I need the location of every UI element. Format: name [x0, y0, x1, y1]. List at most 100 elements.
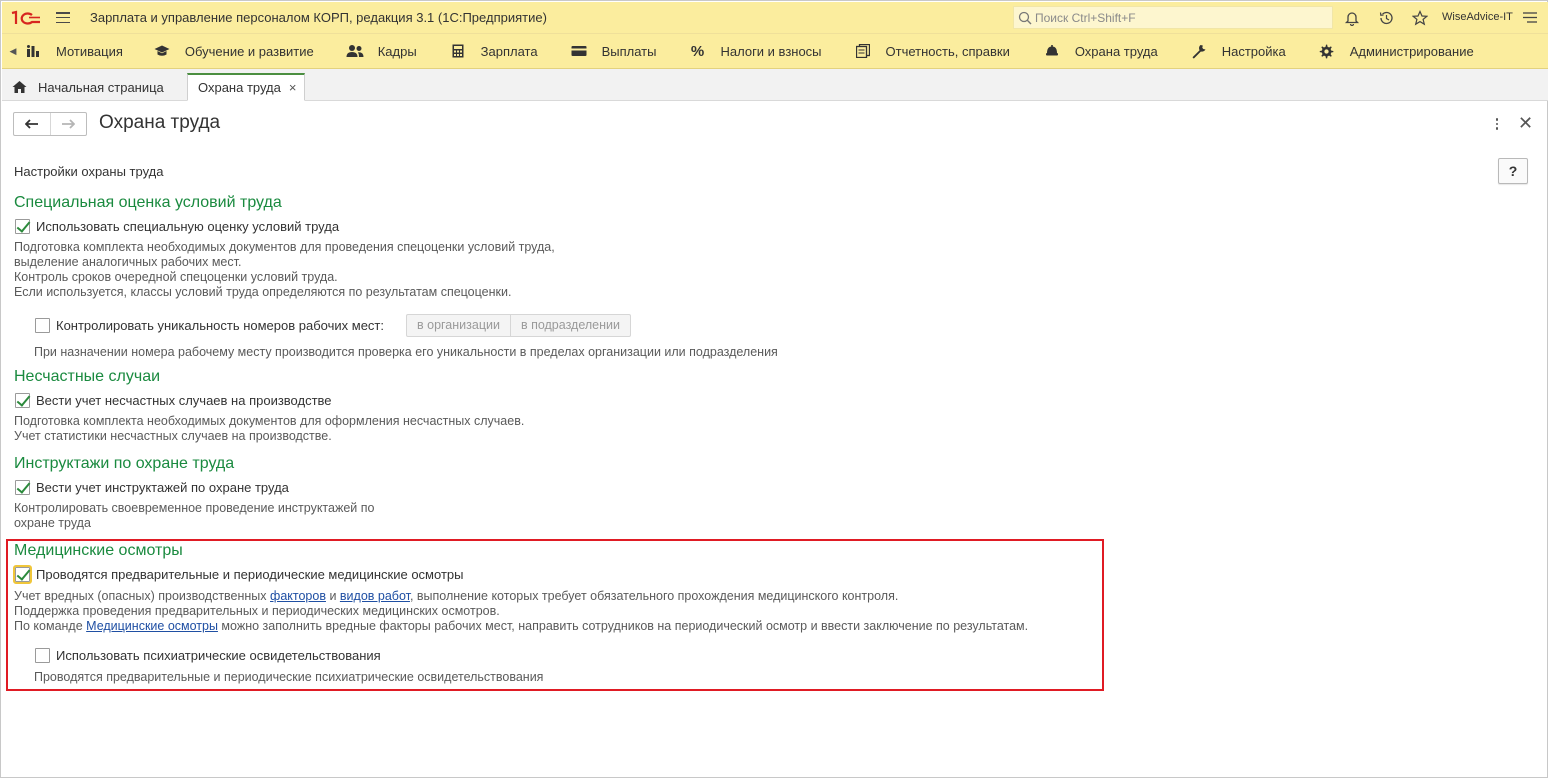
group-title-accidents: Несчастные случаи	[14, 368, 161, 385]
checkbox-label: Контролировать уникальность номеров рабо…	[56, 318, 384, 333]
arrow-right-icon	[62, 119, 76, 129]
desc-line: Учет вредных (опасных) производственных …	[14, 589, 1028, 604]
more-actions-icon[interactable]	[1491, 115, 1503, 133]
desc-line: Поддержка проведения предварительных и п…	[14, 604, 500, 618]
section-label: Налоги и взносы	[720, 43, 822, 59]
section-label: Охрана труда	[1074, 43, 1158, 59]
tab-label: Начальная страница	[38, 79, 164, 95]
back-button[interactable]	[14, 113, 50, 135]
factors-link[interactable]: факторов	[270, 589, 326, 603]
1c-logo-icon[interactable]	[10, 10, 42, 26]
section-settings[interactable]: Настройка	[1190, 33, 1286, 69]
user-name[interactable]: WiseAdvice-IT	[1442, 11, 1513, 23]
star-icon[interactable]	[1411, 9, 1429, 27]
work-types-link[interactable]: видов работ	[340, 589, 410, 603]
checkbox-unique-numbers[interactable]: Контролировать уникальность номеров рабо…	[35, 318, 384, 333]
checkbox-accidents[interactable]: Вести учет несчастных случаев на произво…	[15, 393, 332, 408]
sections-panel: ◀ Мотивация Обучение и развитие Кадры За…	[2, 33, 1548, 69]
section-label: Кадры	[377, 43, 417, 59]
scope-organization-button[interactable]: в организации	[407, 315, 510, 336]
section-label: Мотивация	[56, 43, 123, 59]
search-input[interactable]	[1035, 10, 1325, 25]
section-training[interactable]: Обучение и развитие	[153, 33, 314, 69]
scope-department-button[interactable]: в подразделении	[509, 315, 630, 336]
medical-exams-link[interactable]: Медицинские осмотры	[86, 619, 218, 633]
close-tab-icon[interactable]: ×	[289, 80, 297, 95]
tab-labor-safety[interactable]: Охрана труда ×	[187, 73, 305, 101]
desc-line: выделение аналогичных рабочих мест.	[14, 255, 242, 269]
graduation-cap-icon	[153, 43, 171, 59]
briefings-description: Контролировать своевременное проведение …	[14, 501, 374, 531]
checkbox-medical[interactable]: Проводятся предварительные и периодическ…	[13, 565, 464, 584]
section-taxes[interactable]: % Налоги и взносы	[688, 33, 822, 69]
group-title-sout: Специальная оценка условий труда	[14, 194, 282, 211]
search-box[interactable]	[1013, 6, 1333, 29]
bell-icon[interactable]	[1343, 9, 1361, 27]
medical-description: Учет вредных (опасных) производственных …	[14, 589, 1028, 634]
desc-text: , выполнение которых требует обязательно…	[409, 589, 899, 603]
checkbox-use-sout[interactable]: Использовать специальную оценку условий …	[15, 219, 339, 234]
checkbox-checked[interactable]	[15, 480, 30, 495]
section-label: Обучение и развитие	[184, 43, 314, 59]
uniqueness-scope-switch: в организации в подразделении	[406, 314, 631, 337]
tab-label: Охрана труда	[198, 80, 281, 95]
checkbox-briefings[interactable]: Вести учет инструктажей по охране труда	[15, 480, 289, 495]
section-labor-safety[interactable]: Охрана труда	[1043, 33, 1158, 69]
desc-text: Учет вредных (опасных) производственных	[14, 589, 271, 603]
app-title: Зарплата и управление персоналом КОРП, р…	[90, 10, 547, 25]
checkbox-label: Вести учет несчастных случаев на произво…	[36, 393, 332, 408]
section-label: Администрирование	[1349, 43, 1474, 59]
people-icon	[346, 43, 364, 59]
main-menu-icon[interactable]	[56, 12, 70, 23]
checkbox-label: Использовать специальную оценку условий …	[36, 219, 340, 234]
section-payments[interactable]: Выплаты	[570, 33, 657, 69]
section-reports[interactable]: Отчетность, справки	[854, 33, 1010, 69]
desc-line: Учет статистики несчастных случаев на пр…	[14, 429, 332, 443]
wrench-icon	[1190, 43, 1208, 59]
section-hr[interactable]: Кадры	[346, 33, 417, 69]
accidents-description: Подготовка комплекта необходимых докумен…	[14, 414, 524, 444]
checkbox-unchecked[interactable]	[35, 318, 50, 333]
calculator-icon	[449, 43, 467, 59]
psychiatric-description: Проводятся предварительные и периодическ…	[34, 670, 544, 684]
desc-line: Подготовка комплекта необходимых докумен…	[14, 240, 555, 254]
section-label: Выплаты	[601, 43, 657, 59]
tab-home[interactable]: Начальная страница	[12, 73, 164, 101]
percent-icon: %	[690, 42, 705, 60]
helmet-icon	[1043, 43, 1061, 59]
checkbox-label: Вести учет инструктажей по охране труда	[36, 480, 289, 495]
checkbox-checked[interactable]	[13, 565, 32, 584]
section-salary[interactable]: Зарплата	[449, 33, 538, 69]
history-icon[interactable]	[1377, 9, 1395, 27]
section-motivation[interactable]: Мотивация	[24, 33, 123, 69]
group-title-medical: Медицинские осмотры	[14, 542, 183, 559]
checkbox-psychiatric[interactable]: Использовать психиатрические освидетельс…	[35, 648, 381, 663]
motivation-icon	[24, 43, 42, 59]
settings-menu-icon[interactable]	[1521, 9, 1539, 27]
desc-line: Подготовка комплекта необходимых докумен…	[14, 414, 525, 428]
checkbox-unchecked[interactable]	[35, 648, 50, 663]
help-button[interactable]: ?	[1498, 158, 1528, 184]
desc-text: и	[325, 589, 340, 603]
forward-button[interactable]	[49, 113, 86, 135]
home-icon	[12, 81, 27, 93]
group-title-briefings: Инструктажи по охране труда	[14, 455, 235, 472]
checkbox-checked[interactable]	[15, 393, 30, 408]
section-label: Зарплата	[480, 43, 538, 59]
desc-text: По команде	[14, 619, 87, 633]
open-windows-bar: Начальная страница Охрана труда ×	[2, 69, 1548, 101]
section-label: Настройка	[1221, 43, 1286, 59]
wallet-icon	[570, 43, 588, 59]
desc-line: Контроль сроков очередной спецоценки усл…	[14, 270, 338, 284]
section-administration[interactable]: Администрирование	[1318, 33, 1474, 69]
checkbox-label: Проводятся предварительные и периодическ…	[36, 567, 464, 582]
arrow-left-icon	[24, 119, 38, 129]
close-form-icon[interactable]: ✕	[1518, 113, 1533, 134]
checkbox-checked[interactable]	[15, 219, 30, 234]
desc-line: охране труда	[14, 516, 91, 530]
title-bar: Зарплата и управление персоналом КОРП, р…	[2, 2, 1548, 33]
reports-icon	[854, 43, 872, 59]
scroll-left-icon[interactable]: ◀	[4, 46, 22, 57]
form-title: Охрана труда	[99, 112, 221, 133]
search-icon	[1018, 11, 1032, 24]
